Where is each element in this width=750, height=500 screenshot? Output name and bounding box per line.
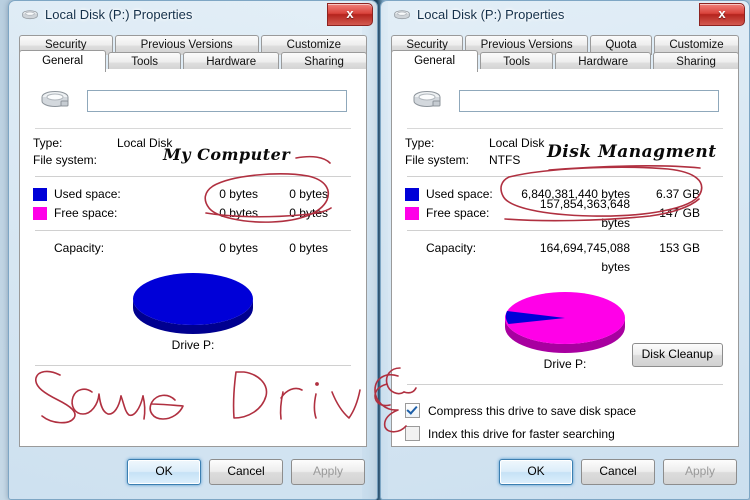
divider <box>407 128 723 129</box>
hard-drive-icon <box>41 91 69 107</box>
volume-label-row <box>405 83 725 119</box>
free-space-bytes: 157,854,363,648 bytes <box>539 196 630 230</box>
used-space-label: Used space: <box>54 187 121 201</box>
free-space-label: Free space: <box>426 206 490 220</box>
hard-drive-icon <box>22 10 38 20</box>
dialog-footer: OK Cancel Apply <box>381 447 749 499</box>
filesystem-label: File system: <box>405 153 470 167</box>
type-label: Type: <box>405 136 435 150</box>
free-space-label: Free space: <box>54 206 118 220</box>
title-bar[interactable]: Local Disk (P:) Properties x <box>381 1 749 31</box>
cancel-button[interactable]: Cancel <box>581 459 655 485</box>
filesystem-label: File system: <box>33 153 98 167</box>
capacity-bytes: 0 bytes <box>219 241 258 255</box>
window-frame: Local Disk (P:) Properties x Security Pr… <box>380 0 750 500</box>
apply-button: Apply <box>663 459 737 485</box>
used-space-swatch-icon <box>33 188 47 201</box>
drive-options: Compress this drive to save disk space I… <box>405 399 725 445</box>
title-bar[interactable]: Local Disk (P:) Properties x <box>9 1 377 31</box>
drive-caption: Drive P: <box>171 338 215 352</box>
capacity-bytes: 164,694,745,088 bytes <box>539 241 630 274</box>
divider <box>35 365 351 366</box>
free-space-gb: 147 GB <box>659 206 700 220</box>
divider <box>35 230 351 231</box>
capacity-gb: 153 GB <box>659 241 700 255</box>
ok-button[interactable]: OK <box>499 459 573 485</box>
free-space-swatch-icon <box>33 207 47 220</box>
pie-chart <box>501 281 629 355</box>
general-tab-panel: Type: Local Disk File system: NTFS Used … <box>391 69 739 447</box>
compress-drive-row[interactable]: Compress this drive to save disk space <box>405 399 725 422</box>
volume-label-input[interactable] <box>87 90 347 112</box>
compress-drive-label: Compress this drive to save disk space <box>428 403 637 418</box>
window-frame: Local Disk (P:) Properties x Security Pr… <box>8 0 378 500</box>
disk-usage-chart: Drive P: Disk Cleanup <box>405 281 725 377</box>
pie-chart <box>129 262 257 336</box>
ok-button[interactable]: OK <box>127 459 201 485</box>
tab-strip: Security Previous Versions Customize Gen… <box>19 35 368 72</box>
compress-drive-checkbox[interactable] <box>405 403 420 418</box>
index-drive-row[interactable]: Index this drive for faster searching <box>405 422 725 445</box>
disk-usage-chart: Drive P: <box>33 262 353 358</box>
tab-general[interactable]: General <box>19 50 107 72</box>
hard-drive-icon <box>413 91 441 107</box>
cancel-button[interactable]: Cancel <box>209 459 283 485</box>
used-space-gb: 0 bytes <box>289 187 328 201</box>
volume-label-row <box>33 83 353 119</box>
free-space-row: Free space: 0 bytes 0 bytes <box>33 204 353 223</box>
capacity-gb: 0 bytes <box>289 241 328 255</box>
apply-button: Apply <box>291 459 365 485</box>
divider <box>407 176 723 177</box>
used-space-label: Used space: <box>426 187 493 201</box>
divider <box>407 384 723 385</box>
divider <box>35 176 351 177</box>
used-space-row: Used space: 0 bytes 0 bytes <box>33 185 353 204</box>
capacity-label: Capacity: <box>54 241 105 255</box>
volume-label-input[interactable] <box>459 90 719 112</box>
capacity-row: Capacity: 0 bytes 0 bytes <box>33 239 353 258</box>
general-tab-panel: Type: Local Disk File system: Used space… <box>19 69 367 447</box>
annotation-my-computer: My Computer <box>163 145 291 164</box>
free-space-bytes: 0 bytes <box>219 206 258 220</box>
window-title: Local Disk (P:) Properties <box>45 7 193 22</box>
type-label: Type: <box>33 136 63 150</box>
tab-general[interactable]: General <box>391 50 479 72</box>
properties-window-right: Local Disk (P:) Properties x Security Pr… <box>380 0 750 500</box>
used-space-swatch-icon <box>405 188 419 201</box>
capacity-label: Capacity: <box>426 241 477 255</box>
capacity-row: Capacity: 164,694,745,088 bytes 153 GB <box>405 239 725 277</box>
free-space-gb: 0 bytes <box>289 206 328 220</box>
disk-cleanup-button[interactable]: Disk Cleanup <box>631 343 723 367</box>
close-icon[interactable]: x <box>327 3 373 26</box>
divider <box>35 128 351 129</box>
hard-drive-icon <box>394 10 410 20</box>
tab-strip: Security Previous Versions Quota Customi… <box>391 35 740 72</box>
dialog-footer: OK Cancel Apply <box>9 447 377 499</box>
window-title: Local Disk (P:) Properties <box>417 7 565 22</box>
used-space-bytes: 0 bytes <box>219 187 258 201</box>
close-icon[interactable]: x <box>699 3 745 26</box>
index-drive-checkbox[interactable] <box>405 426 420 441</box>
properties-window-left: Local Disk (P:) Properties x Security Pr… <box>8 0 378 500</box>
used-space-gb: 6.37 GB <box>655 187 700 201</box>
annotation-disk-management: Disk Managment <box>547 142 717 162</box>
index-drive-label: Index this drive for faster searching <box>428 426 615 441</box>
free-space-swatch-icon <box>405 207 419 220</box>
free-space-row: Free space: 157,854,363,648 bytes 147 GB <box>405 197 725 230</box>
